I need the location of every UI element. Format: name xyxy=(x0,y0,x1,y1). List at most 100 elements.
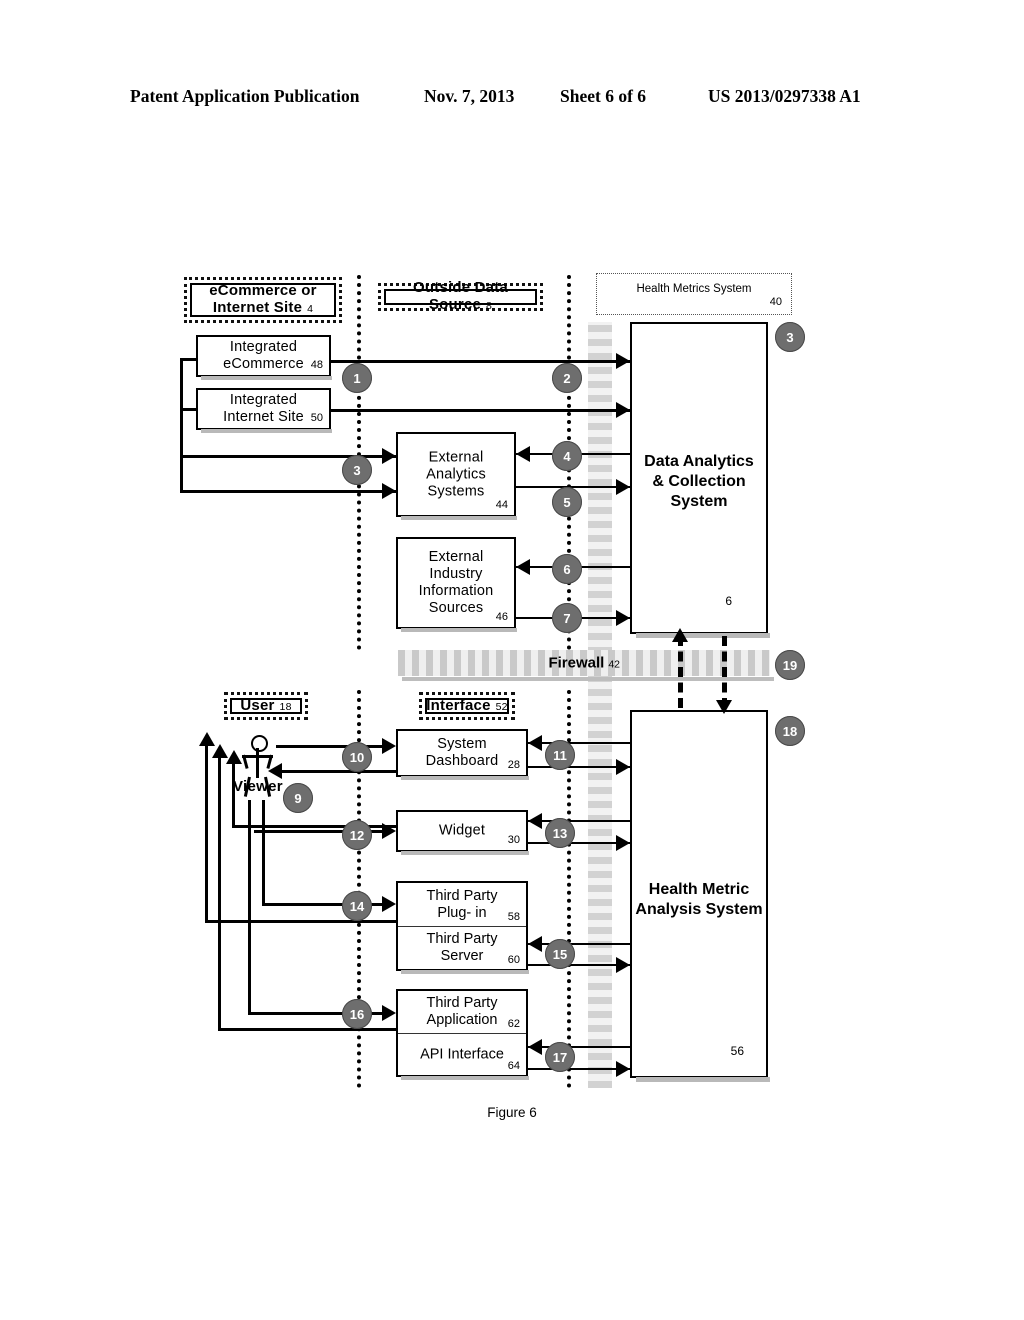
marker-14: 14 xyxy=(342,891,372,921)
patent-figure-6: eCommerce or Internet Site 4 Outside Data… xyxy=(0,0,1024,1320)
marker-10: 10 xyxy=(342,742,372,772)
line-tpserver-out xyxy=(528,964,630,966)
integrated-ecommerce-ref: 48 xyxy=(310,359,323,371)
line-ecom-left-stub xyxy=(180,358,198,361)
health-metric-analysis-system-box: Health Metric Analysis System 56 xyxy=(630,710,770,1082)
line-site-to-analytics xyxy=(331,409,630,412)
arrow-api-out xyxy=(616,1061,630,1077)
marker-19: 19 xyxy=(775,650,805,680)
arrow-dashed-down xyxy=(716,700,732,714)
arrow-extindustry-in xyxy=(516,559,530,575)
marker-7: 7 xyxy=(552,603,582,633)
arrow-dashboard-to-viewer xyxy=(268,763,282,779)
ecommerce-group-title: eCommerce or Internet Site 4 xyxy=(209,282,317,316)
marker-6: 6 xyxy=(552,554,582,584)
marker-17: 17 xyxy=(545,1042,575,1072)
marker-1: 1 xyxy=(342,363,372,393)
widget-box: Widget 30 xyxy=(396,810,529,855)
arrow-tpserver-in xyxy=(528,936,542,952)
outside-data-source-group: Outside Data Source 8 xyxy=(378,279,543,313)
line-left-to-extanalytics-b xyxy=(180,490,396,493)
third-party-application-half: Third Party Application 62 xyxy=(398,991,526,1033)
integrated-ecommerce-box: Integrated eCommerce 48 xyxy=(196,335,332,380)
external-industry-information-sources-ref: 46 xyxy=(495,611,508,623)
user-group: User 18 xyxy=(224,692,308,720)
data-analytics-collection-system-ref: 6 xyxy=(725,594,732,608)
arrow-viewer-to-plugin xyxy=(382,896,396,912)
line-ecom-to-analytics xyxy=(331,360,630,363)
ecommerce-or-internet-site-group: eCommerce or Internet Site 4 xyxy=(184,277,342,323)
line-dashboard-in xyxy=(528,742,630,744)
marker-12: 12 xyxy=(342,820,372,850)
line-api-out xyxy=(528,1068,630,1070)
marker-3-right: 3 xyxy=(775,322,805,352)
line-widget-return-v xyxy=(232,762,235,828)
integrated-internet-site-ref: 50 xyxy=(310,412,323,424)
interface-group: Interface 52 xyxy=(419,692,515,720)
health-metrics-system-ref: 40 xyxy=(769,296,782,308)
arrow-left-to-extanalytics-a xyxy=(382,448,396,464)
external-analytics-systems-ref: 44 xyxy=(495,499,508,511)
arrow-viewer-to-dashboard xyxy=(382,738,396,754)
marker-9: 9 xyxy=(283,783,313,813)
line-viewer-to-plugin-v xyxy=(262,800,265,905)
widget-ref: 30 xyxy=(507,834,520,846)
line-app-return-h xyxy=(218,1028,396,1031)
api-interface-half: API Interface 64 xyxy=(398,1033,526,1075)
third-party-application-api-box: Third Party Application 62 API Interface … xyxy=(396,989,529,1080)
viewer-label: Viewer xyxy=(233,778,283,795)
health-metric-analysis-system-label: Health Metric Analysis System xyxy=(635,881,763,918)
line-tpserver-in xyxy=(528,943,630,945)
line-dashboard-out xyxy=(528,766,630,768)
line-widget-return-h xyxy=(232,825,396,828)
health-metrics-system-title: Health Metrics System xyxy=(636,283,752,295)
arrow-to-extanalytics-in xyxy=(516,446,530,462)
line-app-return-v xyxy=(218,755,221,1031)
third-party-server-ref: 60 xyxy=(507,954,520,966)
integrated-ecommerce-label: Integrated eCommerce xyxy=(223,338,304,372)
firewall-label: Firewall 42 xyxy=(548,654,620,672)
line-api-in xyxy=(528,1046,630,1048)
marker-2: 2 xyxy=(552,363,582,393)
line-viewer-to-app-v xyxy=(248,800,251,1014)
line-widget-out xyxy=(528,842,630,844)
marker-16: 16 xyxy=(342,999,372,1029)
marker-3-left: 3 xyxy=(342,455,372,485)
integrated-internet-site-label: Integrated Internet Site xyxy=(223,391,304,425)
third-party-plugin-server-box: Third Party Plug- in 58 Third Party Server… xyxy=(396,881,529,974)
arrow-site-to-analytics xyxy=(616,402,630,418)
third-party-application-ref: 62 xyxy=(507,1018,520,1030)
firewall-band: Firewall 42 xyxy=(398,650,774,681)
line-ecom-left-down xyxy=(180,358,183,490)
arrow-extanalytics-out xyxy=(616,479,630,495)
third-party-plugin-half: Third Party Plug- in 58 xyxy=(398,883,526,926)
third-party-server-half: Third Party Server 60 xyxy=(398,926,526,969)
arrow-widget-out xyxy=(616,835,630,851)
figure-caption: Figure 6 xyxy=(487,1105,537,1120)
health-metric-analysis-system-ref: 56 xyxy=(730,1044,744,1058)
marker-11: 11 xyxy=(545,740,575,770)
arrow-viewer-to-widget xyxy=(382,823,396,839)
arrow-app-return xyxy=(212,744,228,758)
data-analytics-collection-system-label: Data Analytics & Collection System xyxy=(644,453,754,510)
dashed-connector-left xyxy=(678,636,683,708)
external-industry-information-sources-box: External Industry Information Sources 46 xyxy=(396,537,517,632)
arrow-dashboard-out xyxy=(616,759,630,775)
dashed-connector-right xyxy=(722,636,727,708)
arrow-widget-in xyxy=(528,813,542,829)
marker-4: 4 xyxy=(552,441,582,471)
data-analytics-collection-system-box: Data Analytics & Collection System 6 xyxy=(630,322,770,638)
api-interface-ref: 64 xyxy=(507,1060,520,1072)
line-dashboard-to-viewer xyxy=(276,770,396,773)
arrow-ecom-to-analytics xyxy=(616,353,630,369)
arrow-tpserver-out xyxy=(616,957,630,973)
line-widget-in xyxy=(528,820,630,822)
arrow-extindustry-out xyxy=(616,610,630,626)
arrow-left-to-extanalytics-b xyxy=(382,483,396,499)
arrow-dashed-up xyxy=(672,628,688,642)
arrow-widget-return xyxy=(226,750,242,764)
external-analytics-systems-label: External Analytics Systems xyxy=(426,448,486,500)
outside-data-source-title: Outside Data Source 8 xyxy=(413,279,508,313)
system-dashboard-box: System Dashboard 28 xyxy=(396,729,529,780)
line-plugin-return-h xyxy=(205,920,396,923)
